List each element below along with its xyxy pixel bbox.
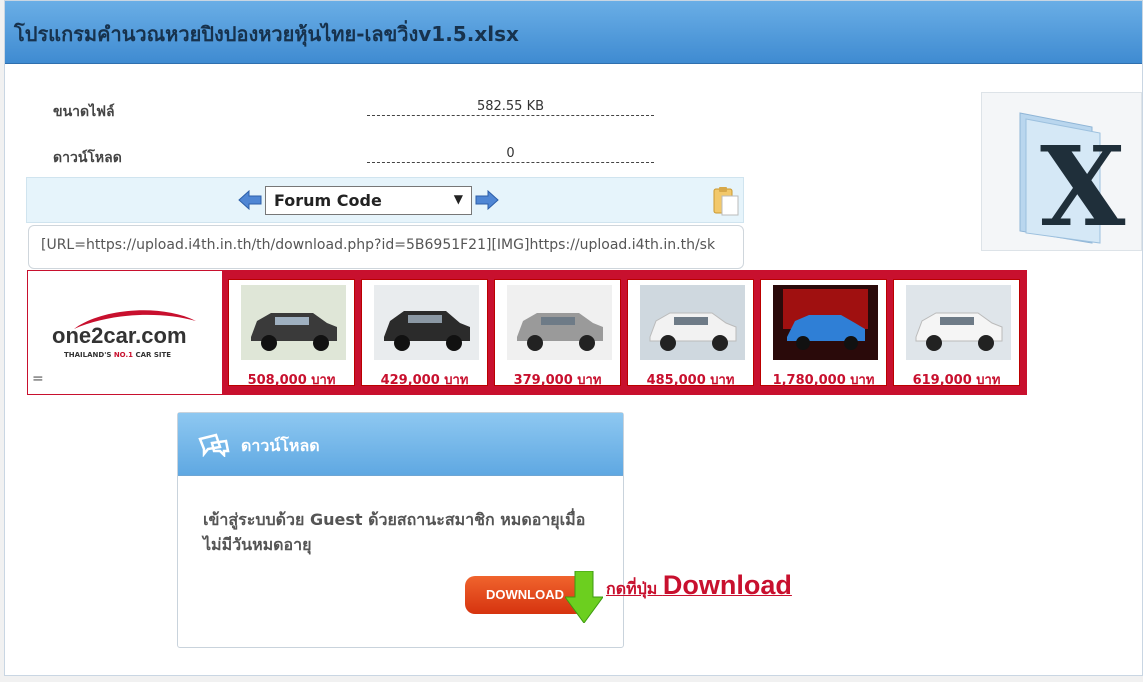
car-listing[interactable]: 379,000 บาท [494,279,621,388]
next-arrow-icon[interactable] [475,190,499,210]
brand-tagline: THAILAND'S NO.1 CAR SITE [64,351,172,359]
excel-file-icon: X [981,92,1142,251]
file-title: โปรแกรมคำนวณหวยปิงปองหวยหุ้นไทย-เลขวิ่งv… [14,22,519,46]
car-photo [374,285,479,360]
downloads-value: 0 [367,146,654,163]
file-size-label: ขนาดไฟล์ [53,104,115,120]
car-price: 508,000 บาท [247,373,336,388]
car-price: 379,000 บาท [513,373,602,388]
download-instruction[interactable]: กดที่ปุ่ม Download [606,570,792,602]
car-photo [640,285,745,360]
code-format-select[interactable]: Forum Code ▼ [265,186,472,215]
car-listing[interactable]: 429,000 บาท [361,279,488,388]
file-panel: โปรแกรมคำนวณหวยปิงปองหวยหุ้นไทย-เลขวิ่งv… [4,0,1143,676]
car-listing[interactable]: 1,780,000 บาท [760,279,887,388]
car-listing-strip: 508,000 บาท 429,000 บาท 379,000 บาท 485,… [222,271,1027,394]
download-button[interactable]: DOWNLOAD [465,571,603,623]
file-size-value: 582.55 KB [367,99,654,116]
car-listing[interactable]: 508,000 บาท [228,279,355,388]
guest-status-message: เข้าสู่ระบบด้วย Guest ด้วยสถานะสมาชิก หม… [203,510,586,554]
download-box-header: ดาวน์โหลด [178,413,623,476]
chat-bubbles-icon [198,433,230,457]
code-format-bar: Forum Code ▼ [26,177,744,223]
chevron-down-icon: ▼ [453,192,463,206]
car-photo [507,285,612,360]
car-listing[interactable]: 485,000 บาท [627,279,754,388]
ad-menu-icon: = [32,371,44,387]
svg-text:X: X [1040,122,1126,251]
code-format-selected: Forum Code [274,191,382,210]
embed-code-field[interactable]: [URL=https://upload.i4th.in.th/th/downlo… [28,225,744,269]
car-photo [773,285,878,360]
car-price: 619,000 บาท [912,373,1001,388]
car-price: 485,000 บาท [646,373,735,388]
header-bar: โปรแกรมคำนวณหวยปิงปองหวยหุ้นไทย-เลขวิ่งv… [5,1,1142,64]
car-price: 429,000 บาท [380,373,469,388]
car-photo [241,285,346,360]
one2car-logo[interactable]: one2car.com THAILAND'S NO.1 CAR SITE = [28,271,223,394]
clipboard-icon[interactable] [713,186,739,216]
car-price: 1,780,000 บาท [772,373,875,388]
previous-arrow-icon[interactable] [238,190,262,210]
car-listing[interactable]: 619,000 บาท [893,279,1020,388]
car-photo [906,285,1011,360]
download-arrow-icon [565,571,603,623]
download-box-title: ดาวน์โหลด [241,436,320,455]
car-ad-banner[interactable]: one2car.com THAILAND'S NO.1 CAR SITE = 5… [27,270,1027,395]
download-box: ดาวน์โหลด เข้าสู่ระบบด้วย Guest ด้วยสถาน… [177,412,624,648]
downloads-label: ดาวน์โหลด [53,150,122,166]
brand-name: one2car.com [52,323,187,348]
